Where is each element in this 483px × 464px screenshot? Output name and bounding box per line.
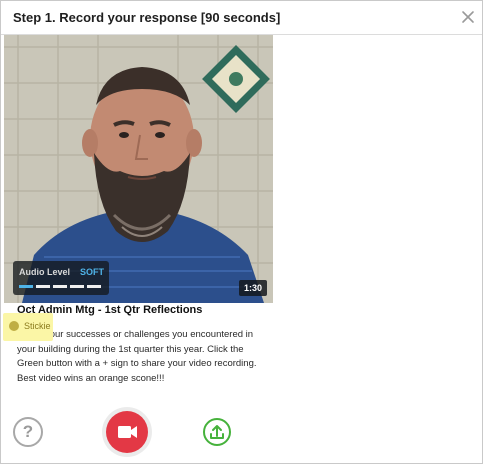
audio-level-value: SOFT [80,267,104,277]
question-icon: ? [22,422,34,441]
record-response-dialog: Step 1. Record your response [90 seconds… [0,0,483,464]
recording-timer: 1:30 [239,280,267,296]
audio-level-panel: Audio Level SOFT [13,261,109,295]
upload-icon [210,425,224,439]
audio-meter-segment [70,285,84,288]
record-button[interactable] [106,411,148,453]
audio-meter-segment [36,285,50,288]
upload-button[interactable] [203,418,231,446]
stickie-label: Stickie [24,321,51,331]
dialog-title: Step 1. Record your response [90 seconds… [13,10,281,25]
audio-meter-segment [53,285,67,288]
plus-circle-icon [9,321,19,331]
audio-meter-segment [19,285,33,288]
close-button[interactable] [459,8,477,26]
dialog-header: Step 1. Record your response [90 seconds… [1,1,482,35]
audio-meter-segment [87,285,101,288]
help-button[interactable]: ? [13,417,43,447]
stickie-button[interactable]: Stickie [3,313,53,341]
video-preview: Audio Level SOFT 1:30 [4,35,273,303]
close-icon [462,11,474,23]
video-camera-icon [118,426,137,438]
prompt-description: Share your successes or challenges you e… [17,329,257,384]
audio-level-label: Audio Level [19,267,71,277]
